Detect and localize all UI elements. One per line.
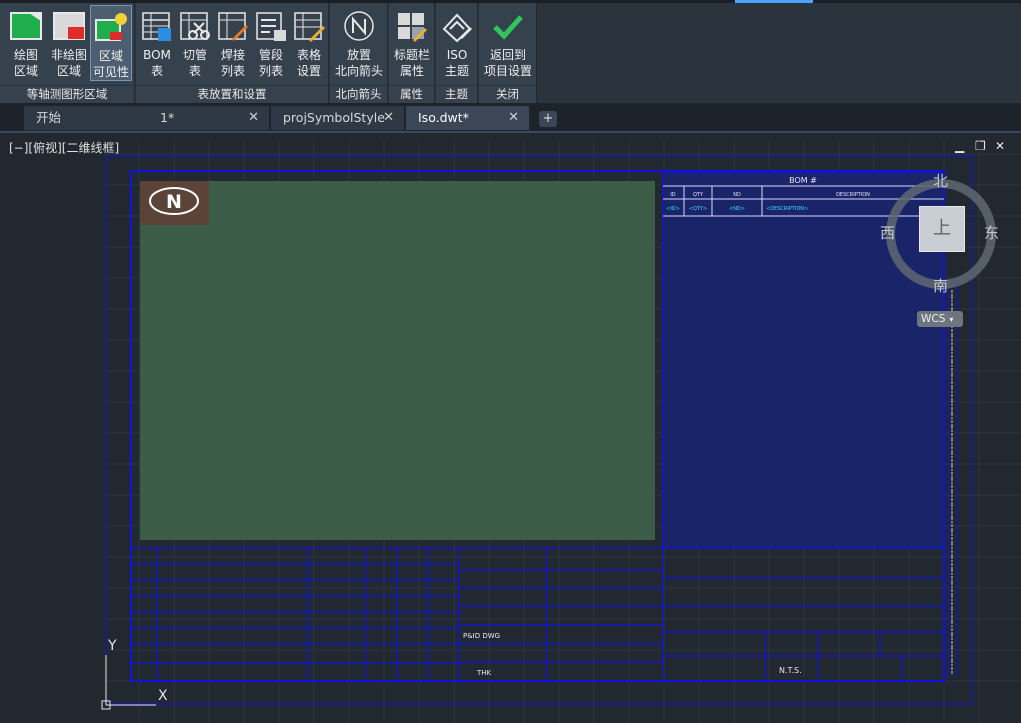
bom-header-id: ID (670, 192, 675, 198)
wcs-label: WCS (921, 313, 946, 325)
iso-drawing-area[interactable] (140, 181, 655, 540)
scale-label: N.T.S. (779, 666, 802, 675)
viewcube-south[interactable]: 南 (933, 275, 948, 296)
bom-header-qty: QTY (693, 192, 704, 198)
viewcube-north[interactable]: 北 (933, 170, 948, 191)
app-window: 绘图 区域 非绘图 区域 区域 可见性 等轴测图形区域 BOM 表 切管 表 焊… (0, 0, 1021, 723)
bom-cell-qty: <QTY> (689, 206, 707, 212)
bom-cell-nd: <ND> (729, 206, 745, 212)
pnid-dwg-label: P&ID DWG (463, 632, 500, 640)
bom-cell-description: <DESCRIPTION> (766, 206, 808, 212)
drawing-sheet: N BOM # ID QTY ND DESCRIPTION <ID> <QTY>… (101, 140, 1021, 723)
thk-label: THK (476, 669, 492, 677)
title-block (131, 547, 944, 681)
viewcube-east[interactable]: 东 (984, 222, 999, 243)
bom-cell-id: <ID> (666, 206, 680, 212)
ucs-x-label: X (158, 688, 168, 704)
chevron-down-icon: ▾ (949, 315, 954, 324)
ucs-y-label: Y (108, 638, 117, 654)
bom-header-nd: ND (733, 192, 741, 198)
bom-header-description: DESCRIPTION (836, 192, 870, 198)
bom-title: BOM # (789, 176, 817, 185)
wcs-menu-button[interactable]: WCS ▾ (917, 311, 963, 327)
viewcube-top-face[interactable]: 上 (919, 206, 965, 252)
north-arrow-letter: N (166, 191, 182, 213)
viewcube-west[interactable]: 西 (880, 222, 895, 243)
